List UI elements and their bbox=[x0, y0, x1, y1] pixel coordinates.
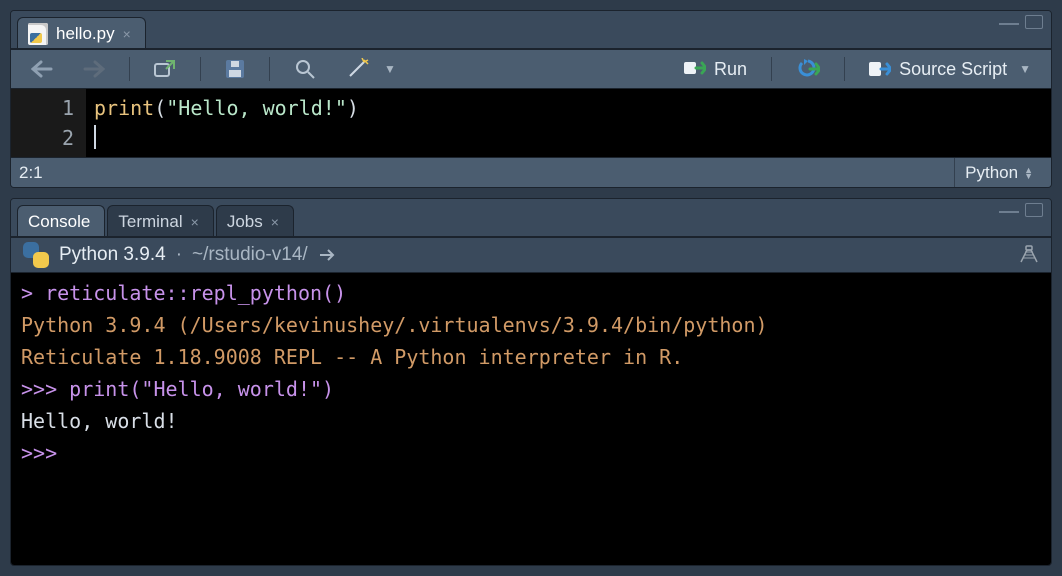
tab-terminal[interactable]: Terminal × bbox=[107, 205, 213, 237]
code-token: ( bbox=[154, 96, 166, 120]
code-editor[interactable]: 1 2 print("Hello, world!") bbox=[11, 89, 1051, 157]
tab-label: hello.py bbox=[56, 24, 115, 44]
close-icon[interactable]: × bbox=[123, 27, 131, 41]
separator: · bbox=[176, 244, 182, 266]
save-button[interactable] bbox=[215, 54, 255, 84]
popout-icon bbox=[154, 59, 176, 79]
console-line: >>> bbox=[21, 437, 1041, 469]
console-output[interactable]: > reticulate::repl_python()Python 3.9.4 … bbox=[11, 273, 1051, 565]
pane-window-controls bbox=[999, 203, 1043, 217]
console-line: Hello, world! bbox=[21, 405, 1041, 437]
rerun-button[interactable] bbox=[786, 54, 830, 84]
pane-window-controls bbox=[999, 15, 1043, 29]
maximize-pane-icon[interactable] bbox=[1025, 203, 1043, 217]
console-tabstrip: Console Terminal × Jobs × bbox=[11, 199, 1051, 237]
python-icon bbox=[23, 242, 49, 268]
console-line: >>> print("Hello, world!") bbox=[21, 373, 1041, 405]
clear-console-icon[interactable] bbox=[1017, 244, 1039, 266]
chevron-down-icon: ▼ bbox=[384, 62, 396, 76]
run-button[interactable]: Run bbox=[674, 54, 757, 84]
source-script-label: Source Script bbox=[899, 59, 1007, 80]
console-line: Reticulate 1.18.9008 REPL -- A Python in… bbox=[21, 341, 1041, 373]
source-icon bbox=[869, 60, 891, 78]
code-token: "Hello, world!" bbox=[166, 96, 347, 120]
code-tools-button[interactable]: ▼ bbox=[336, 54, 406, 84]
nav-forward-button[interactable] bbox=[73, 54, 115, 84]
cursor-position: 2:1 bbox=[19, 163, 43, 183]
rerun-icon bbox=[796, 59, 820, 79]
arrow-left-icon bbox=[31, 60, 53, 78]
maximize-pane-icon[interactable] bbox=[1025, 15, 1043, 29]
python-file-icon bbox=[28, 23, 48, 45]
nav-back-button[interactable] bbox=[21, 54, 63, 84]
console-header: Python 3.9.4 · ~/rstudio-v14/ bbox=[11, 237, 1051, 273]
line-number: 1 bbox=[15, 93, 74, 123]
console-interpreter: Python 3.9.4 bbox=[59, 244, 166, 266]
console-line: Python 3.9.4 (/Users/kevinushey/.virtual… bbox=[21, 309, 1041, 341]
run-icon bbox=[684, 60, 706, 78]
show-in-new-window-button[interactable] bbox=[144, 54, 186, 84]
console-pane: Console Terminal × Jobs × Python 3.9.4 ·… bbox=[10, 198, 1052, 566]
tab-console[interactable]: Console bbox=[17, 205, 105, 237]
source-script-button[interactable]: Source Script ▼ bbox=[859, 54, 1041, 84]
console-working-dir: ~/rstudio-v14/ bbox=[192, 244, 308, 266]
line-number: 2 bbox=[15, 123, 74, 153]
run-button-label: Run bbox=[714, 59, 747, 80]
tab-hello-py[interactable]: hello.py × bbox=[17, 17, 146, 49]
code-token: ) bbox=[347, 96, 359, 120]
tab-label: Console bbox=[28, 212, 90, 232]
save-icon bbox=[225, 59, 245, 79]
close-icon[interactable]: × bbox=[191, 215, 199, 229]
editor-pane: hello.py × bbox=[10, 10, 1052, 188]
text-cursor bbox=[94, 125, 96, 149]
line-gutter: 1 2 bbox=[11, 89, 86, 157]
close-icon[interactable]: × bbox=[271, 215, 279, 229]
code-lines[interactable]: print("Hello, world!") bbox=[86, 89, 1051, 157]
minimize-pane-icon[interactable] bbox=[999, 207, 1019, 213]
language-label: Python bbox=[965, 163, 1018, 183]
editor-toolbar: ▼ Run bbox=[11, 49, 1051, 89]
minimize-pane-icon[interactable] bbox=[999, 19, 1019, 25]
tab-label: Jobs bbox=[227, 212, 263, 232]
editor-tabstrip: hello.py × bbox=[11, 11, 1051, 49]
sort-icon: ▲▼ bbox=[1024, 167, 1033, 179]
tab-label: Terminal bbox=[118, 212, 182, 232]
magnifier-icon bbox=[294, 58, 316, 80]
chevron-down-icon: ▼ bbox=[1019, 62, 1031, 76]
console-line: > reticulate::repl_python() bbox=[21, 277, 1041, 309]
wand-icon bbox=[346, 58, 372, 80]
editor-statusbar: 2:1 Python ▲▼ bbox=[11, 157, 1051, 187]
tab-jobs[interactable]: Jobs × bbox=[216, 205, 294, 237]
goto-dir-icon[interactable] bbox=[318, 248, 336, 262]
find-button[interactable] bbox=[284, 54, 326, 84]
code-token: print bbox=[94, 96, 154, 120]
arrow-right-icon bbox=[83, 60, 105, 78]
language-selector[interactable]: Python ▲▼ bbox=[954, 158, 1043, 187]
